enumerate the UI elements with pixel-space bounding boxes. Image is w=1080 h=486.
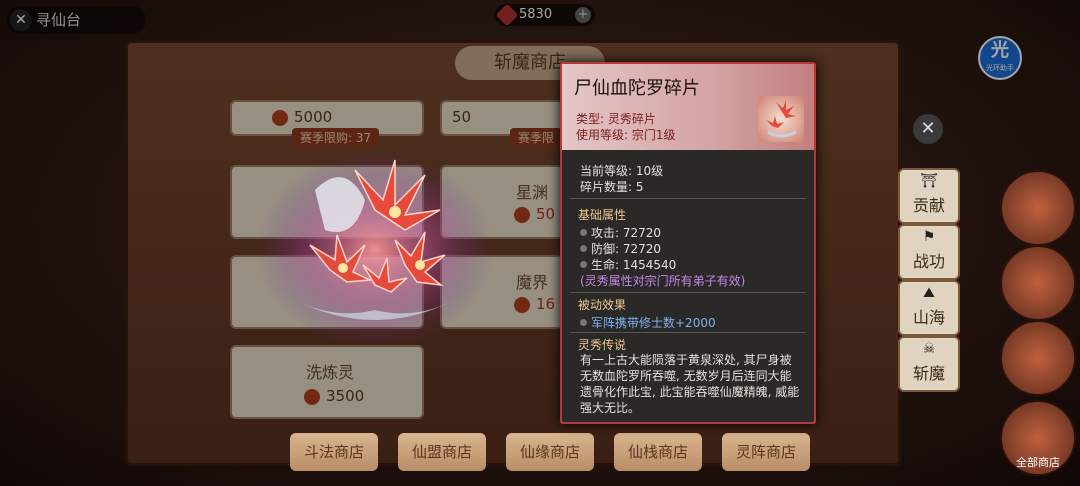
passive-effect: 军阵携带修士数+2000 xyxy=(580,314,716,331)
close-button[interactable]: ✕ xyxy=(913,114,943,144)
mountain-icon: ⛰ xyxy=(923,285,935,301)
tab-inn-shop[interactable]: 仙栈商店 xyxy=(614,433,702,471)
item-thumbnail xyxy=(758,96,804,142)
passive-text: 军阵携带修士数+2000 xyxy=(591,316,716,330)
lore-title: 灵秀传说 xyxy=(578,338,627,352)
side-tab-label: 山海 xyxy=(912,308,945,327)
side-tab-label: 战功 xyxy=(912,252,945,271)
attr-text: 防御: 72720 xyxy=(591,242,662,256)
bullet-icon xyxy=(580,261,587,268)
type-label: 类型: xyxy=(576,112,605,126)
attr-hp: 生命: 1454540 xyxy=(580,256,676,273)
flower-artwork xyxy=(257,152,493,348)
tab-fate-shop[interactable]: 仙缘商店 xyxy=(506,433,594,471)
fragment-count: 碎片数量: 5 xyxy=(580,180,644,194)
item-type: 类型: 灵秀碎片 xyxy=(576,110,656,127)
shortcut-label: 全部商店 xyxy=(1016,456,1060,469)
type-value: 灵秀碎片 xyxy=(607,112,656,126)
side-tab-contribution[interactable]: ⛩ 贡献 xyxy=(898,168,960,224)
bullet-icon xyxy=(580,229,587,236)
right-shortcut[interactable] xyxy=(1000,320,1076,396)
flower-icon xyxy=(766,100,797,138)
attr-attack: 攻击: 72720 xyxy=(580,224,661,241)
side-tab-label: 斩魔 xyxy=(912,364,945,383)
side-tab-mountain-sea[interactable]: ⛰ 山海 xyxy=(898,280,960,336)
attr-note: (灵秀属性对宗门所有弟子有效) xyxy=(580,274,746,288)
banner-icon: ⚑ xyxy=(922,229,936,245)
use-level-label: 使用等级: xyxy=(576,128,629,142)
tab-duel-shop[interactable]: 斗法商店 xyxy=(290,433,378,471)
tab-alliance-shop[interactable]: 仙盟商店 xyxy=(398,433,486,471)
pagoda-icon: ⛩ xyxy=(920,173,938,189)
demon-icon: ☠ xyxy=(922,341,936,357)
attr-text: 生命: 1454540 xyxy=(591,258,677,272)
divider xyxy=(570,198,806,199)
divider xyxy=(570,292,806,293)
attr-defense: 防御: 72720 xyxy=(580,240,661,257)
side-tab-merit[interactable]: ⚑ 战功 xyxy=(898,224,960,280)
side-tab-label: 贡献 xyxy=(912,196,945,215)
right-shortcut[interactable] xyxy=(1000,170,1076,246)
lore-text: 有一上古大能陨落于黄泉深处, 其尸身被无数血陀罗所吞噬, 无数岁月后连同大能遗骨… xyxy=(580,353,800,415)
item-title: 尸仙血陀罗碎片 xyxy=(574,78,700,99)
divider xyxy=(570,332,806,333)
bullet-icon xyxy=(580,319,587,326)
right-shortcut[interactable] xyxy=(1000,245,1076,321)
side-tab-demon-slay[interactable]: ☠ 斩魔 xyxy=(898,336,960,392)
tab-formation-shop[interactable]: 灵阵商店 xyxy=(722,433,810,471)
passive-title: 被动效果 xyxy=(578,298,627,312)
tooltip-header: 尸仙血陀罗碎片 类型: 灵秀碎片 使用等级: 宗门1级 xyxy=(562,64,814,150)
item-use-level: 使用等级: 宗门1级 xyxy=(576,126,676,143)
base-attr-title: 基础属性 xyxy=(578,208,627,222)
item-tooltip: 尸仙血陀罗碎片 类型: 灵秀碎片 使用等级: 宗门1级 当前等级: 10级 碎片… xyxy=(560,62,816,424)
all-shops-button[interactable]: 全部商店 xyxy=(1000,400,1076,476)
attr-text: 攻击: 72720 xyxy=(591,226,662,240)
use-level-value: 宗门1级 xyxy=(631,128,676,142)
current-level: 当前等级: 10级 xyxy=(580,164,664,178)
bullet-icon xyxy=(580,245,587,252)
